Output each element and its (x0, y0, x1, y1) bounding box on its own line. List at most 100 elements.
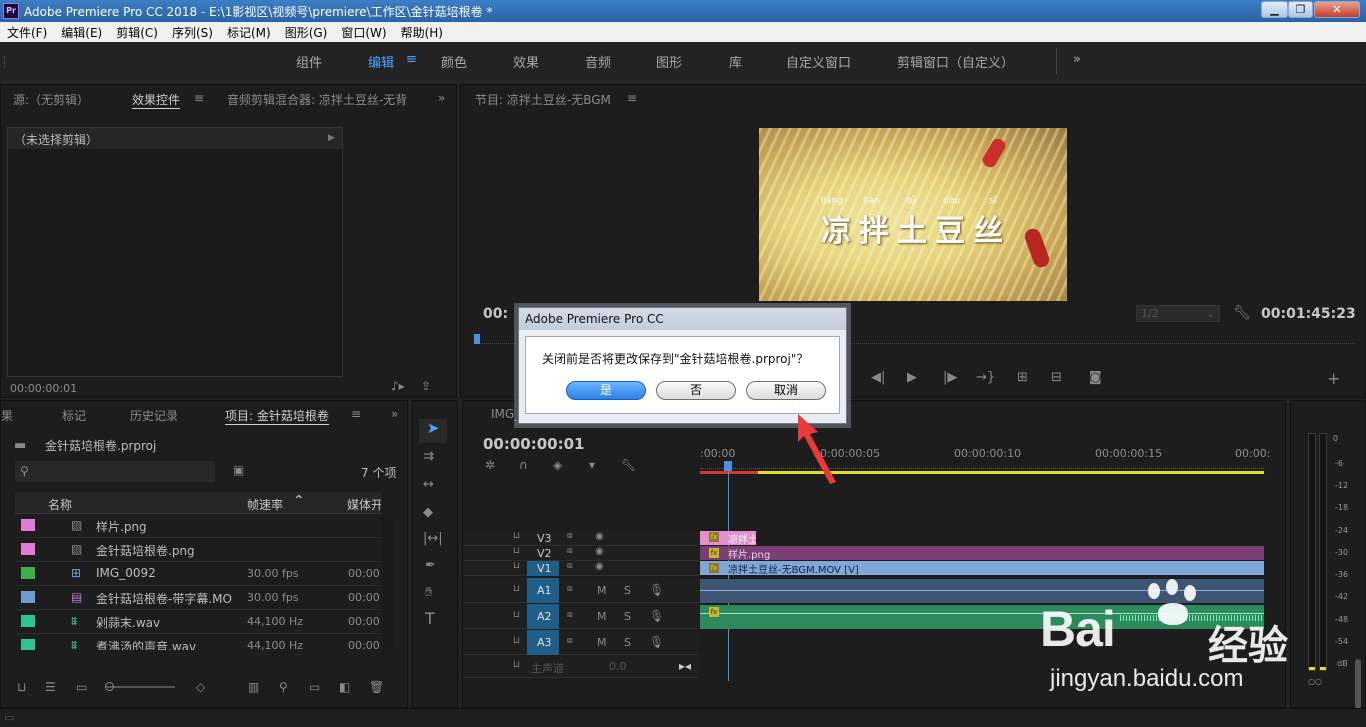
menu-edit[interactable]: 编辑(E) (54, 22, 109, 41)
list-view-icon[interactable]: ☰ (45, 680, 56, 694)
list-item[interactable]: ⩩ 剁蒜末.wav 44,100 Hz 00:00:0 (15, 610, 381, 634)
step-forward-icon[interactable]: |▶ (943, 370, 957, 385)
tab-effects[interactable]: 果 (1, 407, 13, 424)
track-select-icon[interactable]: ⇉ (423, 449, 434, 464)
workspace-libraries[interactable]: 库 (729, 52, 742, 71)
new-item-icon[interactable]: ◧ (339, 680, 350, 694)
mute-button[interactable]: M (597, 610, 607, 623)
ripple-edit-icon[interactable]: ↔ (423, 477, 434, 492)
tab-sequence[interactable]: IMG_ (491, 407, 520, 421)
menu-help[interactable]: 帮助(H) (394, 22, 450, 41)
maximize-button[interactable]: ❐ (1288, 1, 1313, 18)
tab-project[interactable]: 项目: 金针菇培根卷 (225, 407, 329, 425)
panel-overflow-button[interactable]: » (391, 407, 398, 421)
new-bin-from-search-icon[interactable]: ▣ (233, 463, 244, 477)
eye-icon[interactable]: ◉ (595, 546, 604, 557)
menu-clip[interactable]: 剪辑(C) (109, 22, 165, 41)
automate-icon[interactable]: ▥ (248, 680, 259, 694)
no-button[interactable]: 否 (656, 381, 736, 400)
meter-scrollbar[interactable] (1355, 659, 1361, 709)
icon-view-icon[interactable]: ▭ (76, 680, 87, 694)
list-item[interactable]: ▤ 金针菇培根卷-带字幕.MO 30.00 fps 00:00:0 (15, 586, 381, 610)
lock-icon[interactable]: ⊔ (513, 636, 520, 646)
lock-icon[interactable]: ⊔ (17, 680, 26, 694)
clip-v1[interactable]: 凉拌土豆丝-无BGM.MOV [V] (700, 561, 1264, 576)
microphone-icon[interactable]: 🎙︎ (649, 583, 664, 597)
sync-lock-icon[interactable]: ⧈ (567, 531, 573, 541)
mute-button[interactable]: M (597, 636, 607, 649)
add-marker-icon[interactable]: ▾ (589, 458, 595, 472)
close-button[interactable]: ✕ (1314, 1, 1360, 18)
expand-arrow-icon[interactable]: ▶ (328, 133, 335, 143)
tab-audio-clip-mixer[interactable]: 音频剪辑混合器: 凉拌土豆丝-无背 (227, 91, 421, 108)
clip-v2[interactable]: 样片.png (700, 546, 1264, 561)
solo-button[interactable]: S (624, 610, 631, 623)
camera-icon[interactable]: ◙ (1089, 370, 1102, 385)
work-area-bar[interactable] (700, 471, 1264, 474)
lock-icon[interactable]: ⊔ (513, 531, 520, 541)
workspace-custom[interactable]: 自定义窗口 (786, 52, 851, 71)
workspace-effects[interactable]: 效果 (513, 52, 539, 71)
solo-button[interactable]: S (624, 636, 631, 649)
tab-markers[interactable]: 标记 (62, 407, 86, 424)
lock-icon[interactable]: ⊔ (513, 610, 520, 620)
sync-lock-icon[interactable]: ⧈ (567, 584, 573, 594)
playhead-timecode[interactable]: 00: (483, 306, 508, 322)
extract-icon[interactable]: ⊟ (1051, 370, 1062, 385)
menu-graphics[interactable]: 图形(G) (278, 22, 335, 41)
type-tool-icon[interactable]: T (425, 609, 435, 628)
column-fps[interactable]: 帧速率 (247, 496, 283, 513)
export-icon[interactable]: ⇪ (421, 379, 431, 393)
workspace-overflow-button[interactable]: » (1073, 52, 1081, 67)
tab-effect-controls[interactable]: 效果控件 (132, 91, 181, 109)
new-bin-icon[interactable]: ▭ (309, 680, 320, 694)
go-to-out-icon[interactable]: →} (976, 370, 995, 385)
filter-icon[interactable]: ♪▸ (391, 379, 405, 393)
menu-file[interactable]: 文件(F) (0, 22, 54, 41)
play-icon[interactable]: ▶ (907, 370, 917, 385)
lock-icon[interactable]: ⊔ (513, 584, 520, 594)
zoom-slider-handle[interactable] (105, 682, 114, 691)
list-item[interactable]: ⩩ 煮沸汤的声音.wav 44,100 Hz 00:00:0 (15, 634, 381, 650)
lift-icon[interactable]: ⊞ (1017, 370, 1028, 385)
cancel-button[interactable]: 取消 (746, 381, 826, 400)
lock-icon[interactable]: ⊔ (513, 561, 520, 571)
go-to-end-icon[interactable]: ▸◂ (679, 659, 691, 673)
sync-lock-icon[interactable]: ⧈ (567, 636, 573, 646)
microphone-icon[interactable]: 🎙︎ (649, 635, 664, 649)
workspace-color[interactable]: 颜色 (441, 52, 467, 71)
eye-icon[interactable]: ◉ (595, 561, 604, 572)
wrench-icon[interactable]: 🔧︎ (1233, 305, 1251, 321)
list-item[interactable]: ⊞ IMG_0092 30.00 fps 00:00:0 (15, 562, 381, 586)
workspace-editing[interactable]: 编辑 (368, 52, 394, 71)
list-item[interactable]: ▧ 金针菇培根卷.png (15, 538, 381, 562)
mute-button[interactable]: M (597, 584, 607, 597)
panel-overflow-button[interactable]: » (438, 91, 445, 105)
tab-history[interactable]: 历史记录 (130, 407, 178, 424)
hand-tool-icon[interactable]: ✋︎ (425, 585, 432, 600)
slip-tool-icon[interactable]: |↔| (423, 531, 443, 546)
workspace-clip-custom[interactable]: 剪辑窗口（自定义） (897, 52, 1014, 71)
linked-selection-icon[interactable]: ◈ (553, 458, 562, 472)
microphone-icon[interactable]: 🎙︎ (649, 609, 664, 623)
find-icon[interactable]: ⚲ (279, 680, 288, 694)
lock-icon[interactable]: ⊔ (513, 546, 520, 556)
step-back-icon[interactable]: ◀| (871, 370, 885, 385)
add-button-icon[interactable]: + (1327, 369, 1340, 388)
sort-icon[interactable]: ◇ (196, 680, 205, 694)
menu-sequence[interactable]: 序列(S) (165, 22, 220, 41)
eye-icon[interactable]: ◉ (595, 531, 604, 542)
project-search-input[interactable]: ⚲ (15, 461, 215, 482)
timeline-playhead-handle[interactable] (724, 461, 732, 471)
selection-tool-icon[interactable]: ➤ (419, 419, 447, 443)
panel-menu-icon[interactable]: ≡ (351, 407, 361, 421)
razor-icon[interactable]: ◆ (423, 505, 433, 520)
sort-ascending-icon[interactable]: ⌃ (293, 493, 305, 509)
panel-menu-icon[interactable]: ≡ (194, 91, 204, 105)
timeline-timecode[interactable]: 00:00:00:01 (483, 435, 585, 453)
workspace-graphics[interactable]: 图形 (656, 52, 682, 71)
column-name[interactable]: 名称 (48, 496, 72, 513)
workspace-audio[interactable]: 音频 (585, 52, 611, 71)
project-scrollbar[interactable] (381, 514, 393, 654)
workspace-menu-icon[interactable]: ≡ (406, 52, 417, 67)
